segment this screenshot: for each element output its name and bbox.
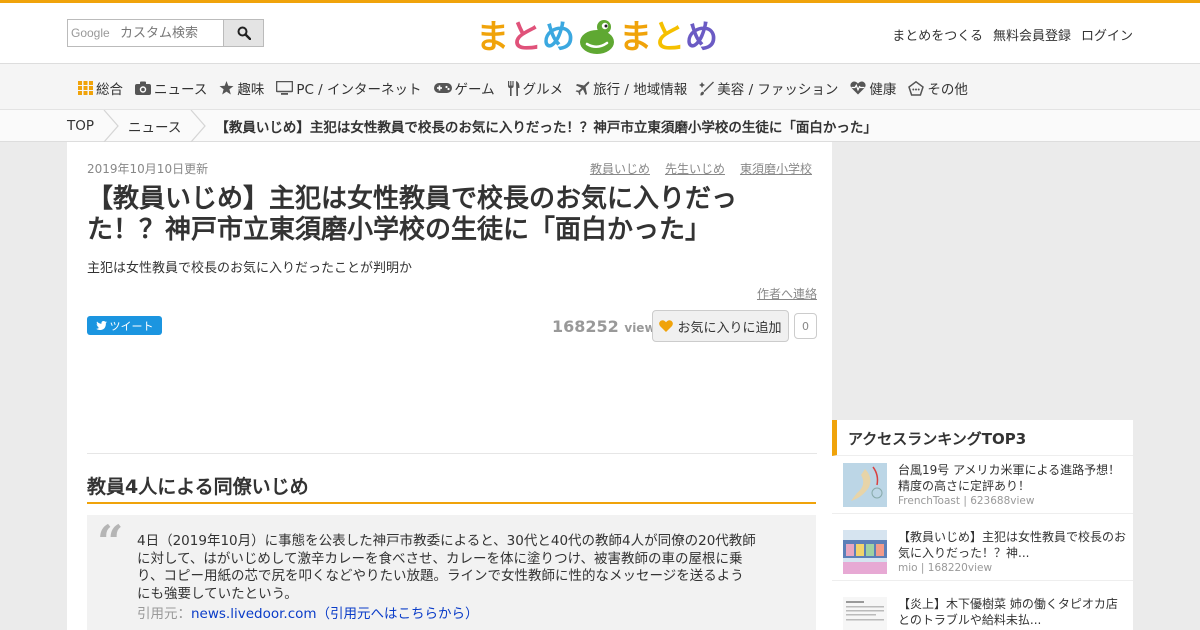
search-box: Google (67, 19, 264, 47)
category-label: 旅行 / 地域情報 (593, 82, 688, 98)
gamepad-icon (433, 83, 452, 93)
category-label: ゲーム (454, 82, 495, 98)
category-item-gourmet[interactable]: グルメ (507, 78, 564, 98)
category-item-hobby[interactable]: 趣味 (219, 78, 264, 98)
ranking-item-meta: mio | 168220view (898, 562, 993, 574)
grid-icon (78, 81, 93, 95)
ranking-item[interactable]: 台風19号 アメリカ米軍による進路予想！精度の高さに定評あり！ FrenchTo… (832, 457, 1133, 514)
contact-author-link[interactable]: 作者へ連絡 (757, 285, 817, 302)
article-tags: 教員いじめ 先生いじめ 東須磨小学校 (590, 160, 812, 177)
heart-pulse-icon (850, 81, 867, 95)
category-label: 総合 (96, 82, 123, 98)
brush-icon (699, 81, 715, 95)
other-icon (908, 80, 925, 96)
category-label: PC / インターネット (296, 82, 422, 98)
logo-char: ま (619, 16, 652, 56)
plane-icon (575, 81, 590, 95)
view-count-unit: view (624, 321, 656, 335)
quote-source: 引用元：news.livedoor.com（引用元へはこちらから） (137, 602, 479, 622)
breadcrumb-separator-icon (190, 110, 207, 142)
updated-date: 2019年10月10日更新 (87, 162, 209, 176)
ranking-thumbnail (843, 597, 887, 630)
tweet-button[interactable]: ツイート (87, 316, 162, 335)
category-item-pc[interactable]: PC / インターネット (276, 78, 422, 98)
star-icon (219, 81, 234, 95)
logo-char: め (685, 16, 718, 56)
add-favorite-button[interactable]: お気に入りに追加 (652, 310, 789, 342)
ranking-item-title: 【教員いじめ】主犯は女性教員で校長のお気に入りだった！？神... (898, 530, 1127, 561)
logo-char: め (542, 16, 575, 56)
ranking-item[interactable]: 【炎上】木下優樹菜 姉の働くタピオカ店とのトラブルや給料未払... (832, 591, 1133, 630)
search-input[interactable] (68, 20, 224, 46)
category-item-general[interactable]: 総合 (78, 78, 123, 98)
category-item-travel[interactable]: 旅行 / 地域情報 (575, 78, 687, 98)
category-label: 美容 / ファッション (717, 82, 839, 98)
monitor-icon (276, 81, 294, 95)
ranking-thumbnail (843, 463, 887, 507)
page-title: 【教員いじめ】主犯は女性教員で校長のお気に入りだった！？神戸市立東須磨小学校の生… (87, 184, 738, 246)
category-label: その他 (927, 82, 968, 98)
search-icon (237, 26, 251, 40)
section-divider (87, 453, 817, 454)
frog-logo-icon (580, 20, 614, 54)
category-item-health[interactable]: 健康 (850, 78, 896, 98)
ranking-item-title: 【炎上】木下優樹菜 姉の働くタピオカ店とのトラブルや給料未払... (898, 597, 1118, 628)
view-count: 168252 view (552, 317, 656, 336)
quote-source-prefix: 引用元： (137, 606, 191, 622)
breadcrumb-news[interactable]: ニュース (128, 116, 181, 136)
logo-text-left: まとめ (476, 20, 575, 53)
article-main: 2019年10月10日更新 教員いじめ 先生いじめ 東須磨小学校 【教員いじめ】… (67, 142, 832, 630)
category-nav: 総合 ニュース 趣味 PC / インターネット ゲーム グルメ 旅行 / 地域情… (0, 63, 1200, 110)
breadcrumb-separator-icon (103, 110, 119, 142)
login-link[interactable]: ログイン (1081, 25, 1133, 44)
logo-char: と (652, 16, 685, 56)
ranking-item-title: 台風19号 アメリカ米軍による進路予想！精度の高さに定評あり！ (898, 463, 1121, 494)
section-heading: 教員4人による同僚いじめ (87, 472, 816, 504)
user-nav: まとめをつくる 無料会員登録 ログイン (892, 25, 1133, 44)
quote-source-link[interactable]: news.livedoor.com（引用元へはこちらから） (191, 606, 479, 622)
article-subtitle: 主犯は女性教員で校長のお気に入りだったことが判明か (87, 261, 413, 276)
category-label: ニュース (154, 82, 208, 98)
view-count-number: 168252 (552, 317, 619, 336)
create-matome-link[interactable]: まとめをつくる (892, 25, 983, 44)
tag-link[interactable]: 教員いじめ (590, 160, 650, 177)
favorite-count: 0 (794, 313, 817, 339)
category-item-beauty[interactable]: 美容 / ファッション (699, 78, 838, 98)
tweet-label: ツイート (109, 319, 154, 333)
quote-text: 4日（2019年10月）に事態を公表した神戸市教委によると、30代と40代の教師… (137, 533, 756, 602)
category-label: グルメ (522, 82, 564, 98)
ranking-title: アクセスランキングTOP3 (832, 420, 1133, 456)
breadcrumb-top[interactable]: TOP (67, 118, 94, 134)
category-label: 趣味 (237, 82, 265, 98)
category-item-news[interactable]: ニュース (135, 78, 207, 98)
site-logo[interactable]: まとめ まとめ (476, 13, 726, 59)
ranking-item-meta: FrenchToast | 623688view (898, 495, 1035, 507)
breadcrumb: TOP ニュース 【教員いじめ】主犯は女性教員で校長のお気に入りだった！？神戸市… (0, 110, 1200, 142)
twitter-bird-icon (95, 321, 107, 330)
utensils-icon (507, 80, 520, 96)
quote-icon: “ (97, 515, 124, 569)
category-label: 健康 (869, 82, 897, 98)
tag-link[interactable]: 東須磨小学校 (740, 160, 812, 177)
quote-block: “ 4日（2019年10月）に事態を公表した神戸市教委によると、30代と40代の… (87, 515, 816, 630)
ranking-thumbnail (843, 530, 887, 574)
site-header: Google まとめ まとめ まとめをつくる 無料会員登録 ログイン (0, 3, 1200, 63)
ranking-item[interactable]: 【教員いじめ】主犯は女性教員で校長のお気に入りだった！？神... mio | 1… (832, 524, 1133, 581)
search-button[interactable] (223, 20, 263, 46)
logo-char: ま (476, 16, 509, 56)
add-favorite-label: お気に入りに追加 (677, 320, 782, 336)
register-link[interactable]: 無料会員登録 (993, 25, 1071, 44)
logo-text-right: まとめ (619, 20, 718, 53)
heart-icon (659, 320, 674, 332)
logo-char: と (509, 16, 542, 56)
category-item-other[interactable]: その他 (908, 78, 968, 98)
breadcrumb-current: 【教員いじめ】主犯は女性教員で校長のお気に入りだった！？神戸市立東須磨小学校の生… (215, 120, 877, 136)
category-item-game[interactable]: ゲーム (433, 78, 495, 98)
camera-icon (135, 81, 151, 95)
access-ranking: アクセスランキングTOP3 台風19号 アメリカ米軍による進路予想！精度の高さに… (832, 420, 1133, 630)
tag-link[interactable]: 先生いじめ (665, 160, 725, 177)
